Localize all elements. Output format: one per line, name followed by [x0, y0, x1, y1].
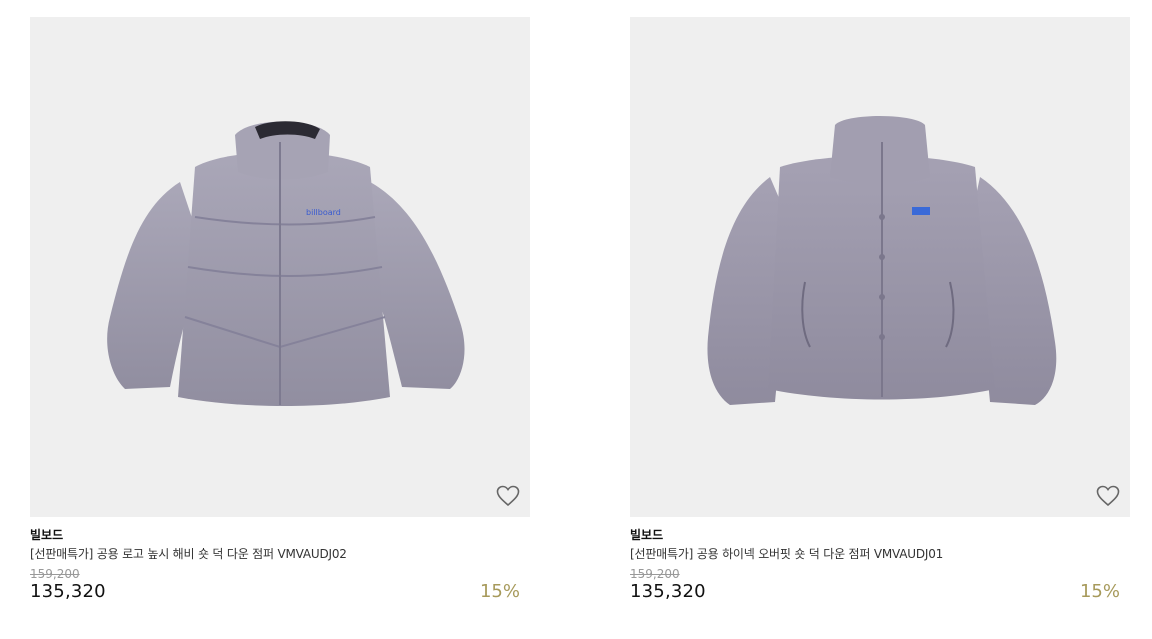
product-image[interactable]: billboard — [30, 17, 530, 517]
jacket-logo-text: billboard — [306, 208, 341, 217]
product-card[interactable]: billboard 빌보드 [선판매특가] 공용 로고 높시 해비 숏 덕 다운… — [30, 17, 530, 605]
product-title[interactable]: [선판매특가] 공용 로고 높시 해비 숏 덕 다운 점퍼 VMVAUDJ02 — [30, 546, 530, 562]
product-brand[interactable]: 빌보드 — [30, 527, 530, 543]
product-title[interactable]: [선판매특가] 공용 하이넥 오버핏 숏 덕 다운 점퍼 VMVAUDJ01 — [630, 546, 1130, 562]
discount-rate: 15% — [479, 581, 520, 602]
original-price: 159,200 — [630, 567, 680, 581]
sale-price: 135,320 — [30, 581, 106, 602]
jacket-photo: billboard — [107, 121, 465, 406]
logo-patch — [912, 207, 930, 215]
price-row: 135,320 15% — [630, 581, 1130, 605]
wishlist-heart-icon[interactable] — [1096, 485, 1120, 507]
sale-price: 135,320 — [630, 581, 706, 602]
product-card[interactable]: 빌보드 [선판매특가] 공용 하이넥 오버핏 숏 덕 다운 점퍼 VMVAUDJ… — [630, 17, 1130, 605]
product-image[interactable] — [630, 17, 1130, 517]
jacket-photo — [707, 116, 1057, 405]
price-row: 135,320 15% — [30, 581, 530, 605]
product-brand[interactable]: 빌보드 — [630, 527, 1130, 543]
discount-rate: 15% — [1079, 581, 1120, 602]
wishlist-heart-icon[interactable] — [496, 485, 520, 507]
original-price: 159,200 — [30, 567, 80, 581]
